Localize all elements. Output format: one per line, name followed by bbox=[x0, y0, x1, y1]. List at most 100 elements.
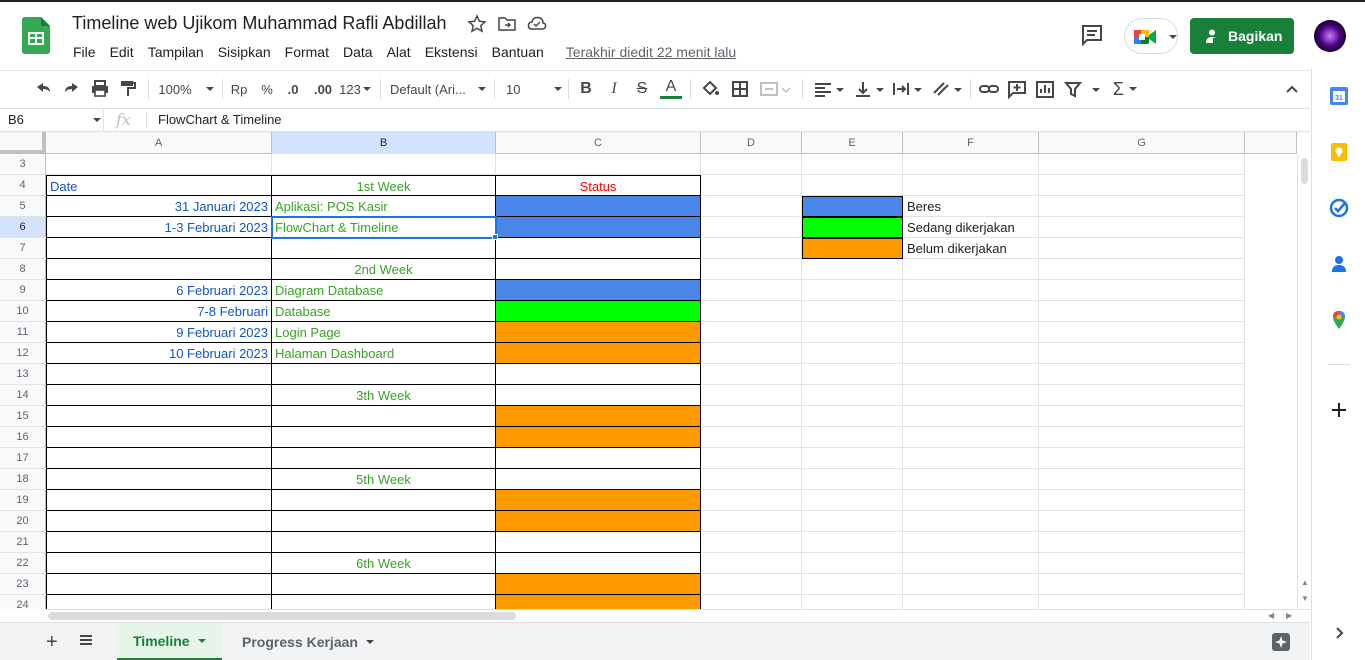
vertical-scrollbar[interactable]: ▲ ▼ bbox=[1297, 154, 1310, 609]
row-header[interactable]: 9 bbox=[0, 280, 46, 301]
cell-e4[interactable] bbox=[802, 175, 903, 196]
cell-g14[interactable] bbox=[1039, 385, 1245, 406]
cell-g12[interactable] bbox=[1039, 343, 1245, 364]
cell-b11[interactable]: Login Page bbox=[272, 322, 496, 343]
share-button[interactable]: Bagikan bbox=[1190, 18, 1294, 54]
font-family-select[interactable]: Default (Ari... bbox=[390, 77, 486, 101]
cell-c14[interactable] bbox=[496, 385, 701, 406]
row-header[interactable]: 19 bbox=[0, 490, 46, 511]
cell-d22[interactable] bbox=[701, 553, 802, 574]
scroll-up-icon[interactable]: ▲ bbox=[1301, 578, 1309, 587]
font-size-select[interactable]: 10 bbox=[506, 77, 562, 101]
cell-f19[interactable] bbox=[903, 490, 1039, 511]
row-header[interactable]: 22 bbox=[0, 553, 46, 574]
cell-c5[interactable] bbox=[496, 196, 701, 217]
cell-d15[interactable] bbox=[701, 406, 802, 427]
column-header-f[interactable]: F bbox=[903, 132, 1039, 154]
cell-b3[interactable] bbox=[272, 154, 496, 175]
cell-e19[interactable] bbox=[802, 490, 903, 511]
row-header[interactable]: 20 bbox=[0, 511, 46, 532]
cell-b19[interactable] bbox=[272, 490, 496, 511]
cell-c3[interactable] bbox=[496, 154, 701, 175]
cell-e9[interactable] bbox=[802, 280, 903, 301]
cell-a5[interactable]: 31 Januari 2023 bbox=[46, 196, 272, 217]
contacts-icon[interactable] bbox=[1329, 254, 1349, 274]
cell-e21[interactable] bbox=[802, 532, 903, 553]
cell-e23[interactable] bbox=[802, 574, 903, 595]
menu-edit[interactable]: Edit bbox=[103, 44, 141, 60]
zoom-select[interactable]: 100% bbox=[158, 77, 214, 101]
add-sheet-button[interactable]: + bbox=[46, 631, 58, 654]
more-formats-button[interactable]: 123 bbox=[338, 77, 372, 101]
cell-e10[interactable] bbox=[802, 301, 903, 322]
cell-d3[interactable] bbox=[701, 154, 802, 175]
cell-b5[interactable]: Aplikasi: POS Kasir bbox=[272, 196, 496, 217]
text-rotation-icon[interactable] bbox=[930, 77, 964, 101]
cell-c8[interactable] bbox=[496, 259, 701, 280]
fill-color-icon[interactable] bbox=[700, 77, 720, 101]
cell-f17[interactable] bbox=[903, 448, 1039, 469]
cell-g23[interactable] bbox=[1039, 574, 1245, 595]
cell-d9[interactable] bbox=[701, 280, 802, 301]
cell-f13[interactable] bbox=[903, 364, 1039, 385]
cell-d14[interactable] bbox=[701, 385, 802, 406]
cell-c17[interactable] bbox=[496, 448, 701, 469]
cell-a16[interactable] bbox=[46, 427, 272, 448]
cell-c23[interactable] bbox=[496, 574, 701, 595]
all-sheets-menu-icon[interactable] bbox=[78, 633, 94, 649]
cell-f18[interactable] bbox=[903, 469, 1039, 490]
cell-a11[interactable]: 9 Februari 2023 bbox=[46, 322, 272, 343]
cell-b13[interactable] bbox=[272, 364, 496, 385]
last-edit-link[interactable]: Terakhir diedit 22 menit lalu bbox=[566, 44, 736, 60]
borders-icon[interactable] bbox=[730, 77, 750, 101]
cell-g17[interactable] bbox=[1039, 448, 1245, 469]
cell-c21[interactable] bbox=[496, 532, 701, 553]
cell-f12[interactable] bbox=[903, 343, 1039, 364]
cell-d16[interactable] bbox=[701, 427, 802, 448]
cell-e17[interactable] bbox=[802, 448, 903, 469]
cell-c22[interactable] bbox=[496, 553, 701, 574]
cell-d7[interactable] bbox=[701, 238, 802, 259]
cell-g20[interactable] bbox=[1039, 511, 1245, 532]
cell-d20[interactable] bbox=[701, 511, 802, 532]
row-header[interactable]: 14 bbox=[0, 385, 46, 406]
cell-f11[interactable] bbox=[903, 322, 1039, 343]
cell-b9[interactable]: Diagram Database bbox=[272, 280, 496, 301]
cell-f4[interactable] bbox=[903, 175, 1039, 196]
row-header[interactable]: 24 bbox=[0, 595, 46, 609]
cell-d13[interactable] bbox=[701, 364, 802, 385]
cell-f9[interactable] bbox=[903, 280, 1039, 301]
legend-label[interactable]: Beres bbox=[903, 196, 1039, 217]
cell-g5[interactable] bbox=[1039, 196, 1245, 217]
cell-b16[interactable] bbox=[272, 427, 496, 448]
cell-e8[interactable] bbox=[802, 259, 903, 280]
cell-a12[interactable]: 10 Februari 2023 bbox=[46, 343, 272, 364]
redo-icon[interactable] bbox=[62, 77, 82, 101]
cell-g15[interactable] bbox=[1039, 406, 1245, 427]
cell-b22[interactable]: 6th Week bbox=[272, 553, 496, 574]
scroll-right-icon[interactable]: ▶ bbox=[1286, 611, 1292, 620]
menu-format[interactable]: Format bbox=[278, 44, 336, 60]
cell-b20[interactable] bbox=[272, 511, 496, 532]
sheets-logo-icon[interactable] bbox=[22, 17, 50, 54]
cell-d19[interactable] bbox=[701, 490, 802, 511]
strikethrough-button[interactable]: S bbox=[632, 77, 652, 101]
row-header[interactable]: 16 bbox=[0, 427, 46, 448]
cell-g19[interactable] bbox=[1039, 490, 1245, 511]
cell-g7[interactable] bbox=[1039, 238, 1245, 259]
merge-cells-icon[interactable] bbox=[758, 77, 792, 101]
move-folder-icon[interactable] bbox=[497, 14, 517, 34]
tasks-icon[interactable] bbox=[1329, 198, 1349, 218]
chevron-up-icon[interactable] bbox=[1284, 81, 1300, 97]
maps-icon[interactable] bbox=[1329, 310, 1349, 330]
column-header-a[interactable]: A bbox=[46, 132, 272, 154]
cell-g3[interactable] bbox=[1039, 154, 1245, 175]
cloud-saved-icon[interactable] bbox=[527, 14, 547, 34]
row-header[interactable]: 15 bbox=[0, 406, 46, 427]
row-header[interactable]: 17 bbox=[0, 448, 46, 469]
cell-d24[interactable] bbox=[701, 595, 802, 609]
cell-e15[interactable] bbox=[802, 406, 903, 427]
cell-b21[interactable] bbox=[272, 532, 496, 553]
cell-g6[interactable] bbox=[1039, 217, 1245, 238]
cell-c4[interactable]: Status bbox=[496, 175, 701, 196]
